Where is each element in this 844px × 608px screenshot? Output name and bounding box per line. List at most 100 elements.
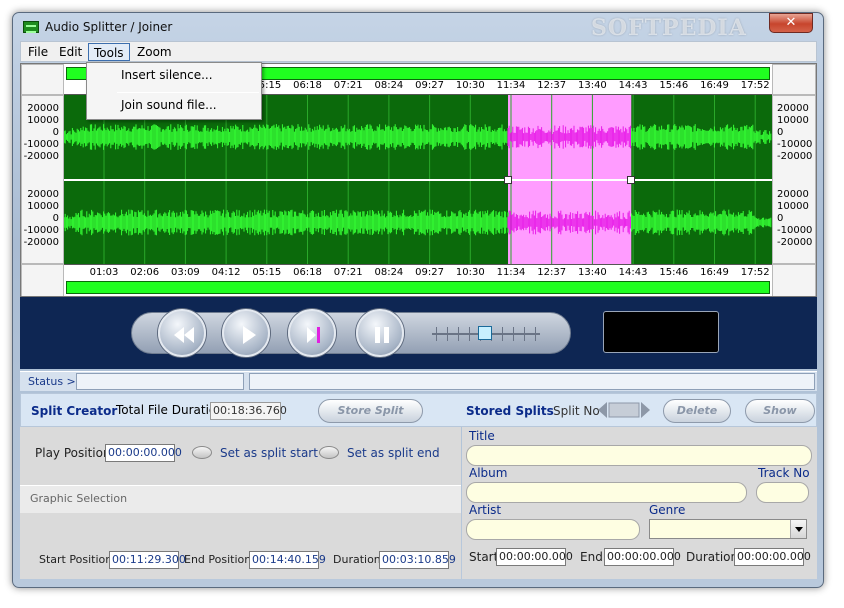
- slider-tick: [535, 327, 536, 341]
- time-tick-label: 15:46: [659, 80, 689, 91]
- play-selection-button[interactable]: [288, 309, 336, 357]
- time-tick-label: 07:21: [333, 80, 363, 91]
- menu-file[interactable]: File: [23, 43, 53, 61]
- menu-item-join-sound-file[interactable]: Join sound file...: [121, 98, 217, 112]
- slider-tick: [524, 327, 525, 341]
- duration-label: Duration: [333, 553, 381, 566]
- amplitude-tick-label: -10000: [777, 139, 813, 150]
- play-position-field[interactable]: 00:00:00.000: [105, 444, 182, 462]
- store-split-button[interactable]: Store Split: [318, 399, 423, 423]
- time-tick-label: 11:34: [496, 267, 526, 278]
- time-tick-label: 12:37: [537, 80, 567, 91]
- amplitude-tick-label: -20000: [23, 151, 59, 162]
- title-label: Title: [469, 429, 495, 443]
- time-tick-label: 16:49: [700, 267, 729, 278]
- watermark: SOFTPEDIA: [591, 15, 747, 41]
- total-duration-value: 00:18:36.760: [210, 402, 287, 420]
- duration-field[interactable]: 00:03:10.859: [379, 551, 456, 569]
- time-tick-label: 14:43: [618, 80, 648, 91]
- set-split-end-label[interactable]: Set as split end: [347, 446, 440, 460]
- window-title: Audio Splitter / Joiner: [45, 20, 173, 34]
- tools-dropdown-menu: Insert silence... Join sound file...: [86, 62, 262, 120]
- start-position-field[interactable]: 00:11:29.300: [109, 551, 186, 569]
- menu-item-insert-silence[interactable]: Insert silence...: [121, 68, 213, 82]
- title-bar: Audio Splitter / Joiner SOFTPEDIA ✕: [13, 13, 823, 41]
- amplitude-tick-label: -10000: [777, 225, 813, 236]
- set-split-end-radio[interactable]: [319, 446, 339, 459]
- track-no-input[interactable]: [756, 482, 809, 503]
- amplitude-tick-label: 20000: [27, 103, 59, 114]
- slider-tick: [513, 327, 514, 341]
- playback-controls: [20, 297, 817, 369]
- amplitude-tick-label: -20000: [777, 151, 813, 162]
- stored-split-details: Title Album Track No Artist Genre Start …: [462, 427, 817, 579]
- amplitude-tick-label: 0: [777, 127, 784, 138]
- overview-bar-bottom[interactable]: [66, 281, 770, 294]
- time-tick-label: 15:46: [659, 267, 689, 278]
- rewind-button[interactable]: [158, 309, 206, 357]
- title-input[interactable]: [466, 445, 812, 466]
- stored-start-field[interactable]: 00:00:00.000: [496, 548, 573, 566]
- selection-handle[interactable]: [504, 176, 512, 184]
- end-label: End: [580, 550, 603, 564]
- stored-end-field[interactable]: 00:00:00.000: [604, 548, 681, 566]
- y-axis-left: 20000 10000 0 -10000 -20000 20000 10000 0 -10000…: [21, 95, 64, 264]
- stored-splits-title: Stored Splits: [466, 404, 554, 418]
- set-split-start-radio[interactable]: [192, 446, 212, 459]
- amplitude-tick-label: 20000: [777, 189, 809, 200]
- time-tick-label: 10:30: [455, 80, 485, 91]
- menu-zoom[interactable]: Zoom: [132, 43, 177, 61]
- app-icon: [23, 21, 39, 33]
- corner-box: [21, 64, 64, 95]
- split-no-spinner[interactable]: [598, 401, 650, 419]
- amplitude-tick-label: -10000: [23, 225, 59, 236]
- waveform-trace: [64, 209, 772, 236]
- pause-icon: [375, 327, 389, 343]
- menu-tools[interactable]: Tools: [88, 43, 130, 61]
- end-position-field[interactable]: 00:14:40.159: [249, 551, 326, 569]
- play-button[interactable]: [222, 309, 270, 357]
- time-tick-label: 14:43: [618, 267, 648, 278]
- split-creator-header: Split Creator Total File Duration 00:18:…: [20, 393, 817, 427]
- graphic-selection-header: Graphic Selection: [20, 485, 461, 513]
- slider-tick: [447, 327, 448, 341]
- time-tick-label: 05:15: [252, 267, 282, 278]
- close-button[interactable]: ✕: [769, 13, 813, 33]
- time-tick-label: 13:40: [577, 80, 607, 91]
- waveform-channel-right[interactable]: [64, 181, 772, 264]
- selection-handle[interactable]: [627, 176, 636, 184]
- pause-button[interactable]: [356, 309, 404, 357]
- album-label: Album: [469, 466, 508, 480]
- artist-input[interactable]: [466, 519, 640, 540]
- split-creator-title: Split Creator: [31, 404, 118, 418]
- show-button[interactable]: Show: [745, 399, 815, 423]
- time-tick-label: 17:52: [740, 80, 770, 91]
- stored-duration-field[interactable]: 00:00:00.000: [734, 548, 811, 566]
- chevron-down-icon[interactable]: [790, 520, 806, 538]
- set-split-start-label[interactable]: Set as split start: [220, 446, 318, 460]
- delete-button[interactable]: Delete: [663, 399, 731, 423]
- genre-label: Genre: [649, 503, 686, 517]
- amplitude-tick-label: 20000: [777, 103, 809, 114]
- menu-edit[interactable]: Edit: [54, 43, 87, 61]
- time-display: [603, 311, 719, 353]
- corner-box: [21, 264, 64, 296]
- amplitude-tick-label: -20000: [23, 237, 59, 248]
- volume-slider-thumb[interactable]: [478, 326, 492, 340]
- time-tick-label: 16:49: [700, 80, 729, 91]
- time-tick-label: 06:18: [293, 80, 322, 91]
- album-input[interactable]: [466, 482, 747, 503]
- amplitude-tick-label: -20000: [777, 237, 813, 248]
- time-tick-label: 08:24: [374, 267, 404, 278]
- timeline-ruler-bottom[interactable]: 01:03 02:06 03:09 04:12 05:15 06:18 07:21 08:24…: [64, 264, 772, 296]
- arrow-right-icon: [641, 402, 650, 418]
- status-field-1: [76, 373, 244, 390]
- total-duration-label: Total File Duration: [116, 403, 224, 417]
- slider-tick: [469, 327, 470, 341]
- end-position-label: End Position: [184, 553, 252, 566]
- time-tick-label: 06:18: [293, 267, 322, 278]
- status-field-2: [249, 373, 815, 390]
- amplitude-tick-label: 10000: [27, 115, 59, 126]
- play-position-label: Play Position: [35, 446, 111, 460]
- genre-select[interactable]: [649, 519, 807, 539]
